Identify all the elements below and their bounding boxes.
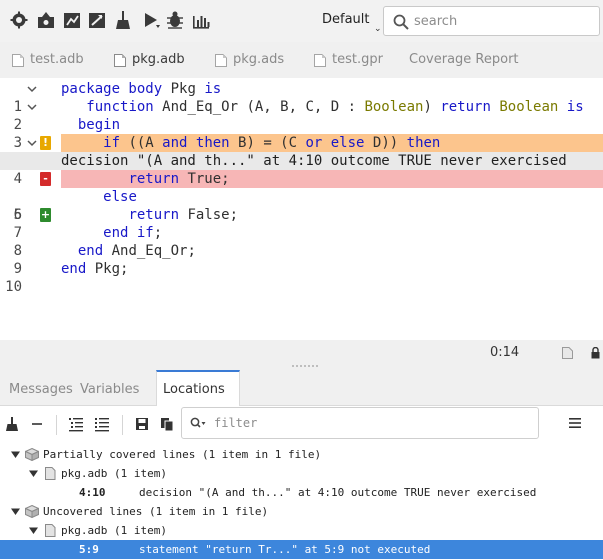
collapse-all-icon[interactable] [94,416,110,432]
filter-input[interactable] [214,416,514,430]
build-all-icon[interactable] [87,10,107,30]
code-line: 3 begin [0,116,603,151]
expand-triangle-icon[interactable] [11,507,20,516]
file-icon [12,54,24,67]
code-text: begin [77,117,121,133]
coverage-message-line: decision "(A and th..." at 4:10 outcome … [0,152,603,170]
code-text: end if; [103,225,163,241]
code-text: return True; [128,171,230,187]
locations-toolbar [0,406,603,442]
category-icon [25,505,39,518]
locations-tree: Partially covered lines (1 item in 1 fil… [0,442,603,560]
menu-icon[interactable] [568,417,582,429]
expand-all-icon[interactable] [68,416,84,432]
tree-location-item-selected[interactable]: 5:9 statement "return Tr..." at 5:9 not … [0,540,603,559]
locations-filter[interactable] [181,407,539,439]
line-number: 10 [5,279,22,295]
partial-coverage-warning-icon[interactable]: ! [40,136,51,150]
code-line-partially-covered: 4 ! if ((A and then B) = (C or else D)) … [0,134,603,187]
expand-triangle-icon[interactable] [11,450,20,459]
fold-chevron-icon[interactable] [26,134,38,152]
save-icon[interactable] [134,416,150,432]
clean-icon[interactable] [113,10,133,30]
coverage-message-text: decision "(A and th..." at 4:10 outcome … [61,153,567,169]
tab-label: Locations [163,382,225,397]
search-input[interactable] [414,12,594,30]
chevron-down-icon[interactable]: ⌄ [374,24,382,34]
code-line: 6 else [0,188,603,223]
file-icon [45,524,56,537]
category-title: Partially covered lines (1 item in 1 fil… [43,448,322,461]
document-icon[interactable] [562,347,573,359]
tab-label: test.gpr [332,52,383,67]
location-coordinates: 4:10 [79,486,106,499]
tree-category-partially-covered[interactable]: Partially covered lines (1 item in 1 fil… [0,445,603,464]
code-line: 1 package body Pkg is [0,80,603,115]
remove-icon[interactable] [29,416,45,432]
analyze-icon[interactable] [191,10,211,30]
lock-icon[interactable] [591,347,600,359]
tree-category-uncovered[interactable]: Uncovered lines (1 item in 1 file) [0,502,603,521]
copy-icon[interactable] [159,416,175,432]
debug-icon[interactable] [165,10,185,30]
code-line: 8 end if; [0,224,603,259]
file-icon [114,54,126,67]
code-editor[interactable]: 1 package body Pkg is 2 function And_Eq_… [0,78,603,340]
expand-triangle-icon[interactable] [29,469,38,478]
category-icon [25,448,39,461]
category-title: Uncovered lines (1 item in 1 file) [43,505,269,518]
build-icon[interactable] [9,10,29,30]
search-icon [393,14,409,30]
search-icon [190,417,206,428]
global-search[interactable] [383,6,600,36]
tab-locations[interactable]: Locations [156,370,240,406]
file-name: pkg.adb (1 item) [61,524,167,537]
run-icon[interactable] [141,10,161,30]
status-bar: 0:14 [0,340,603,366]
tab-variables[interactable]: Variables [80,382,139,397]
location-message: decision "(A and th..." at 4:10 outcome … [139,486,537,499]
main-toolbar: Default ⌄ [0,0,603,42]
editor-tab-bar: test.adb pkg.adb pkg.ads test.gpr Covera… [0,44,603,76]
tree-file-node[interactable]: pkg.adb (1 item) [0,464,603,483]
not-covered-icon[interactable]: - [40,172,51,186]
code-line: 10 end Pkg; [0,260,603,295]
location-message: statement "return Tr..." at 5:9 not exec… [139,543,431,556]
tab-label: pkg.adb [132,52,185,67]
bottom-panel-tabs: Messages Variables Locations [0,370,603,406]
code-line-covered: 7 + return False; [0,206,603,241]
file-name: pkg.adb (1 item) [61,467,167,480]
file-icon [314,54,326,67]
file-icon [215,54,227,67]
perspective-selector[interactable]: Default [322,12,370,27]
code-text: end Pkg; [61,261,129,277]
expand-triangle-icon[interactable] [29,526,38,535]
tab-label: Coverage Report [409,52,519,67]
code-text: package body Pkg is [61,81,222,97]
tree-file-node[interactable]: pkg.adb (1 item) [0,521,603,540]
code-line: 9 end And_Eq_Or; [0,242,603,277]
fold-chevron-icon[interactable] [26,80,38,98]
fold-chevron-icon[interactable] [26,98,38,116]
location-coordinates: 5:9 [79,543,99,556]
code-text: return False; [128,207,239,223]
splitter-handle[interactable] [290,364,320,368]
tab-messages[interactable]: Messages [9,382,73,397]
file-icon [45,467,56,480]
cursor-position[interactable]: 0:14 [490,345,519,360]
tab-label: test.adb [30,52,84,67]
build-and-install-icon[interactable] [36,10,56,30]
covered-icon[interactable]: + [40,208,51,222]
code-text: else [103,189,137,205]
build-main-icon[interactable] [62,10,82,30]
tab-label: pkg.ads [233,52,285,67]
code-line-uncovered: 5 - return True; [0,170,603,223]
clear-locations-icon[interactable] [4,416,20,432]
tree-location-item[interactable]: 4:10 decision "(A and th..." at 4:10 out… [0,483,603,502]
code-line: 2 function And_Eq_Or (A, B, C, D : Boole… [0,98,603,133]
code-text: end And_Eq_Or; [77,243,196,259]
code-text: function And_Eq_Or (A, B, C, D : Boolean… [86,99,584,115]
code-text: if ((A and then B) = (C or else D)) then [103,135,441,151]
